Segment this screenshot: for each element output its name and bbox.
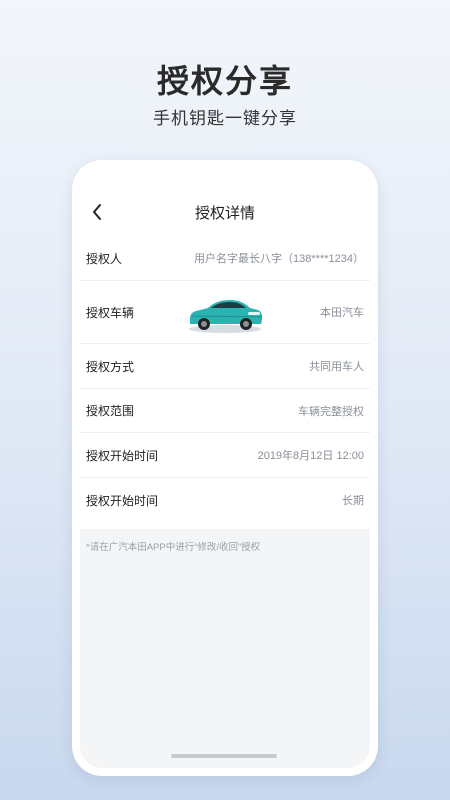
row-scope: 授权范围 车辆完整授权 (80, 389, 370, 433)
row-label: 授权范围 (86, 404, 135, 418)
car-image (186, 291, 264, 335)
home-indicator[interactable] (171, 754, 277, 758)
row-label: 授权开始时间 (86, 448, 159, 463)
footnote: *请在广汽本田APP中进行“修改/收回”授权 (86, 542, 261, 553)
row-label: 授权方式 (86, 359, 135, 374)
row-value: 用户名字最长八字（138****1234） (194, 253, 364, 265)
row-start-time: 授权开始时间 2019年8月12日 12:00 (80, 433, 370, 478)
row-value: 本田汽车 (320, 307, 364, 319)
row-value: 车辆完整授权 (298, 405, 364, 418)
phone-screen: 授权详情 授权人 用户名字最长八字（138****1234） 授权车辆 本田汽车… (80, 168, 370, 768)
row-vehicle: 授权车辆 本田汽车 (80, 281, 370, 344)
row-value: 长期 (342, 495, 364, 507)
details-list: 授权人 用户名字最长八字（138****1234） 授权车辆 本田汽车 授权方式… (80, 236, 370, 522)
row-label: 授权开始时间 (86, 493, 159, 508)
row-value: 共同用车人 (309, 361, 364, 373)
row-duration: 授权开始时间 长期 (80, 478, 370, 522)
row-label: 授权人 (86, 251, 123, 266)
page-subtitle: 手机钥匙一键分享 (153, 109, 297, 128)
note-area: *请在广汽本田APP中进行“修改/收回”授权 (80, 529, 370, 768)
phone-frame: 授权详情 授权人 用户名字最长八字（138****1234） 授权车辆 本田汽车… (72, 160, 378, 776)
row-label: 授权车辆 (86, 305, 135, 320)
nav-title: 授权详情 (194, 205, 255, 222)
row-authorizer: 授权人 用户名字最长八字（138****1234） (80, 236, 370, 281)
nav-bar: 授权详情 (80, 192, 370, 232)
page-title: 授权分享 (156, 63, 293, 99)
row-method: 授权方式 共同用车人 (80, 344, 370, 389)
row-value: 2019年8月12日 12:00 (257, 450, 364, 462)
